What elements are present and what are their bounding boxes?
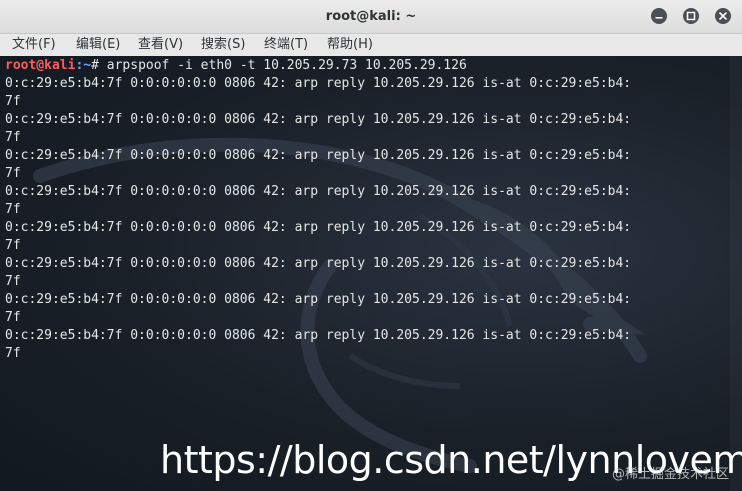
output-line: 7f — [5, 346, 21, 361]
prompt-line: root@kali:~# arpspoof -i eth0 -t 10.205.… — [5, 57, 729, 75]
output-line: 7f — [5, 94, 21, 109]
output-line: 0:c:29:e5:b4:7f 0:0:0:0:0:0 0806 42: arp… — [5, 328, 632, 343]
output-line: 0:c:29:e5:b4:7f 0:0:0:0:0:0 0806 42: arp… — [5, 148, 632, 163]
terminal-output: root@kali:~# arpspoof -i eth0 -t 10.205.… — [5, 57, 729, 363]
terminal-scrollbar[interactable] — [730, 56, 742, 491]
command-text: arpspoof -i eth0 -t 10.205.29.73 10.205.… — [106, 58, 467, 73]
watermark-site: @稀土掘金技术社区 — [612, 467, 730, 482]
output-line: 0:c:29:e5:b4:7f 0:0:0:0:0:0 0806 42: arp… — [5, 112, 632, 127]
prompt-symbol: # — [91, 58, 107, 73]
terminal-area[interactable]: root@kali:~# arpspoof -i eth0 -t 10.205.… — [0, 56, 742, 491]
output-line: 0:c:29:e5:b4:7f 0:0:0:0:0:0 0806 42: arp… — [5, 256, 632, 271]
output-line: 7f — [5, 130, 21, 145]
maximize-icon — [686, 11, 696, 21]
menu-search[interactable]: 搜索(S) — [201, 34, 245, 56]
output-line: 0:c:29:e5:b4:7f 0:0:0:0:0:0 0806 42: arp… — [5, 292, 632, 307]
menu-help[interactable]: 帮助(H) — [327, 34, 373, 56]
menu-edit[interactable]: 编辑(E) — [76, 34, 120, 56]
title-bar[interactable]: root@kali: ~ — [0, 0, 742, 34]
output-line: 0:c:29:e5:b4:7f 0:0:0:0:0:0 0806 42: arp… — [5, 184, 632, 199]
output-line: 7f — [5, 166, 21, 181]
window-title: root@kali: ~ — [325, 9, 417, 24]
menu-view[interactable]: 查看(V) — [138, 34, 183, 56]
output-line: 7f — [5, 238, 21, 253]
prompt-user: root@kali — [5, 58, 76, 73]
prompt-path: :~ — [75, 58, 92, 73]
output-line: 7f — [5, 310, 21, 325]
close-button[interactable] — [715, 8, 731, 24]
maximize-button[interactable] — [683, 8, 699, 24]
output-line: 7f — [5, 202, 21, 217]
menu-bar: 文件(F) 编辑(E) 查看(V) 搜索(S) 终端(T) 帮助(H) — [0, 34, 742, 56]
menu-file[interactable]: 文件(F) — [12, 34, 56, 56]
output-line: 0:c:29:e5:b4:7f 0:0:0:0:0:0 0806 42: arp… — [5, 220, 632, 235]
minimize-button[interactable] — [651, 8, 667, 24]
menu-terminal[interactable]: 终端(T) — [264, 34, 308, 56]
close-icon — [719, 12, 727, 20]
output-line: 7f — [5, 274, 21, 289]
terminal-window: root@kali: ~ 文件(F) 编辑(E) 查看(V) 搜索(S) 终端(… — [0, 0, 742, 491]
minimize-icon — [655, 17, 663, 19]
output-line: 0:c:29:e5:b4:7f 0:0:0:0:0:0 0806 42: arp… — [5, 76, 632, 91]
